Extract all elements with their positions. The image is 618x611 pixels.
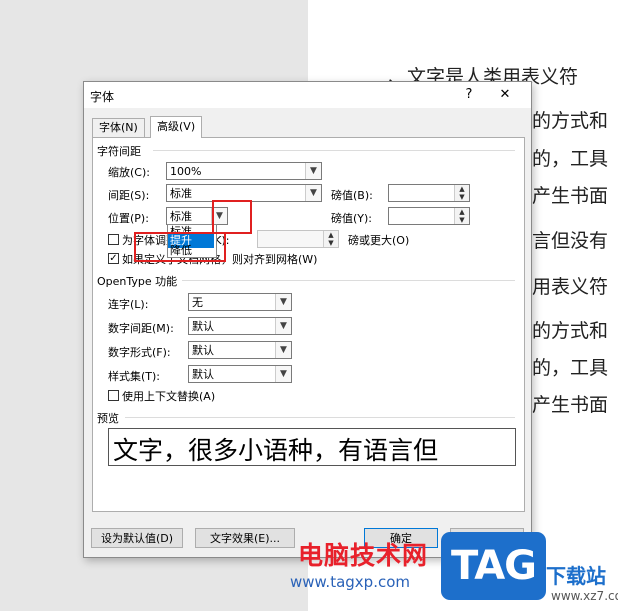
kerning-input[interactable]: ▲ ▼ [257, 230, 339, 248]
position-value: 标准 [170, 210, 192, 223]
chevron-down-icon[interactable]: ▼ [305, 185, 321, 201]
tag-logo: TAG [441, 532, 546, 600]
section-divider [182, 280, 515, 281]
doc-line: 产生书面 [532, 394, 609, 416]
num-spacing-value: 默认 [192, 320, 214, 333]
spacing-by-input[interactable]: ▲ ▼ [388, 184, 470, 202]
tab-advanced[interactable]: 高级(V) [150, 116, 203, 138]
scale-combo[interactable]: 100% ▼ [166, 162, 322, 180]
text-effects-button[interactable]: 文字效果(E)... [195, 528, 295, 548]
preview-heading: 预览 [97, 412, 119, 425]
chevron-down-icon[interactable]: ▼ [275, 342, 291, 358]
watermark-xz-name: 下载站 [546, 564, 606, 588]
tab-font[interactable]: 字体(N) [92, 118, 145, 137]
position-by-input[interactable]: ▲ ▼ [388, 207, 470, 225]
close-icon[interactable]: ✕ [491, 85, 519, 105]
set-default-button[interactable]: 设为默认值(D) [91, 528, 183, 548]
help-icon[interactable]: ? [455, 85, 483, 105]
doc-line: 用表义符 [532, 276, 609, 298]
highlight-box-option [134, 232, 226, 262]
num-spacing-label: 数字间距(M): [108, 322, 174, 335]
highlight-box-arrow [212, 200, 252, 234]
doc-line: 的，工具 [532, 357, 609, 379]
section-divider [125, 417, 515, 418]
num-spacing-combo[interactable]: 默认 ▼ [188, 317, 292, 335]
chevron-down-icon[interactable]: ▼ [275, 366, 291, 382]
contextual-checkbox[interactable] [108, 390, 119, 401]
num-form-combo[interactable]: 默认 ▼ [188, 341, 292, 359]
section-divider [153, 150, 515, 151]
position-by-label: 磅值(Y): [331, 212, 373, 225]
num-form-value: 默认 [192, 344, 214, 357]
ligature-combo[interactable]: 无 ▼ [188, 293, 292, 311]
spinner-icon[interactable]: ▲ ▼ [454, 185, 469, 201]
opentype-heading: OpenType 功能 [97, 275, 178, 288]
scale-value: 100% [170, 165, 202, 178]
style-set-combo[interactable]: 默认 ▼ [188, 365, 292, 383]
doc-line: 产生书面 [532, 185, 609, 207]
style-set-value: 默认 [192, 368, 214, 381]
watermark-site-name: 电脑技术网 [298, 541, 429, 570]
spacing-label: 间距(S): [108, 189, 150, 202]
num-form-label: 数字形式(F): [108, 346, 171, 359]
doc-line: 言但没有 [532, 230, 609, 252]
preview-text: 文字，很多小语种，有语言但 [113, 436, 439, 465]
doc-line: 的方式和 [532, 110, 609, 132]
doc-line: 的方式和 [532, 320, 609, 342]
dialog-titlebar[interactable]: 字体 ? ✕ [84, 82, 531, 108]
contextual-label: 使用上下文替换(A) [122, 390, 216, 403]
grid-checkbox[interactable]: ✓ [108, 253, 119, 264]
doc-line: 的，工具 [532, 148, 609, 170]
position-label: 位置(P): [108, 212, 149, 225]
watermark-xz-url: www.xz7.com [551, 589, 618, 603]
preview-box: 文字，很多小语种，有语言但 [108, 428, 516, 466]
chevron-down-icon[interactable]: ▼ [275, 318, 291, 334]
spacing-by-label: 磅值(B): [331, 189, 373, 202]
ligature-value: 无 [192, 296, 203, 309]
spinner-icon[interactable]: ▲ ▼ [323, 231, 338, 247]
kerning-suffix: 磅或更大(O) [348, 234, 410, 247]
dialog-title: 字体 [90, 90, 115, 104]
spacing-value: 标准 [170, 187, 192, 200]
spinner-icon[interactable]: ▲ ▼ [454, 208, 469, 224]
style-set-label: 样式集(T): [108, 370, 161, 383]
scale-label: 缩放(C): [108, 166, 150, 179]
char-spacing-heading: 字符间距 [97, 145, 141, 158]
watermark-site-url: www.tagxp.com [290, 573, 410, 591]
chevron-down-icon[interactable]: ▼ [275, 294, 291, 310]
chevron-down-icon[interactable]: ▼ [305, 163, 321, 179]
ligature-label: 连字(L): [108, 298, 149, 311]
kerning-checkbox[interactable] [108, 234, 119, 245]
